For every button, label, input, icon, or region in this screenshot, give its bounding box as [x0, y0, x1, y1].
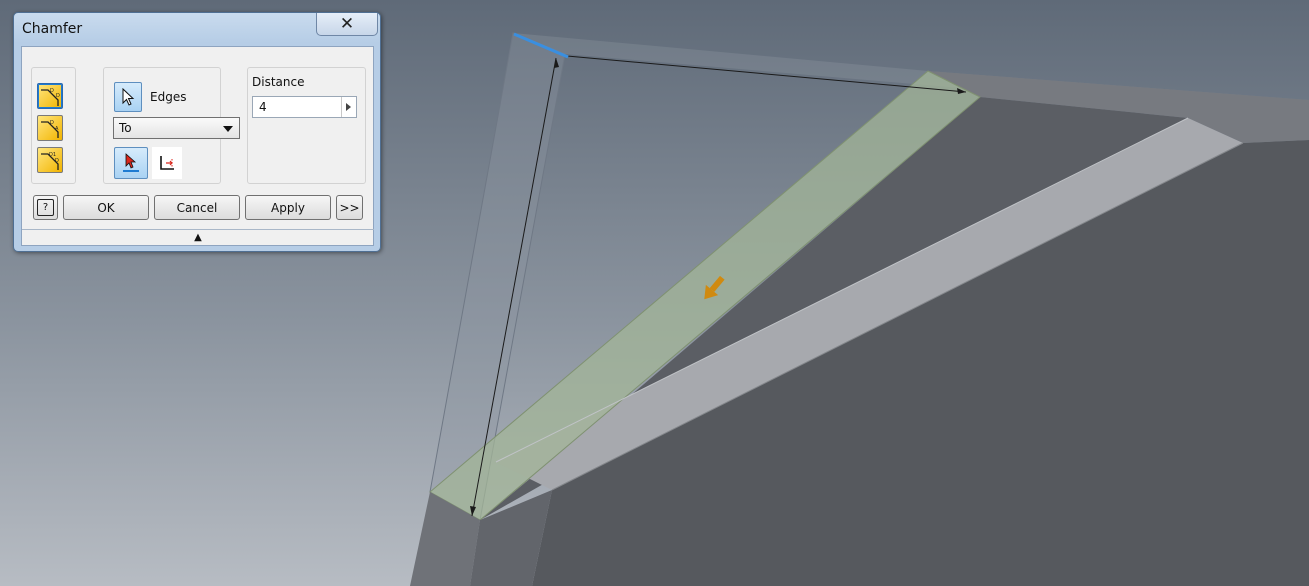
edges-label: Edges	[150, 90, 187, 104]
collapse-bar[interactable]: ▲	[22, 229, 374, 244]
svg-text:D: D	[55, 158, 59, 164]
help-button[interactable]: ?	[33, 195, 58, 220]
svg-text:D: D	[50, 88, 54, 94]
edge-chain-icon	[123, 153, 139, 172]
edges-select-button[interactable]	[114, 82, 142, 112]
distance-chamfer-button[interactable]: D D	[37, 83, 63, 109]
more-button[interactable]: >>	[336, 195, 363, 220]
svg-text:D: D	[50, 120, 54, 126]
distance-group: Distance 4	[247, 67, 366, 184]
close-icon: ✕	[339, 14, 355, 34]
cancel-button[interactable]: Cancel	[154, 195, 240, 220]
two-distance-chamfer-icon: D1 D	[41, 152, 59, 170]
collapse-up-icon: ▲	[194, 231, 202, 243]
two-distance-chamfer-button[interactable]: D1 D	[37, 147, 63, 173]
setback-button[interactable]	[152, 147, 182, 179]
edge-chain-button[interactable]	[114, 147, 148, 179]
select-cursor-icon	[122, 88, 135, 106]
ok-button[interactable]: OK	[63, 195, 149, 220]
chevron-down-icon	[223, 126, 233, 132]
distance-chamfer-icon: D D	[41, 88, 60, 106]
setback-select[interactable]: To	[113, 117, 240, 139]
help-icon: ?	[37, 199, 54, 216]
apply-button[interactable]: Apply	[245, 195, 331, 220]
close-button[interactable]: ✕	[316, 13, 378, 36]
edges-group: Edges To	[103, 67, 240, 184]
chamfer-dialog: Chamfer ✕ D D D A D1 D Edges To Distance…	[13, 12, 381, 252]
distance-input[interactable]: 4	[252, 96, 357, 118]
setback-icon	[160, 156, 174, 170]
distance-angle-chamfer-button[interactable]: D A	[37, 115, 63, 141]
svg-text:D: D	[56, 93, 60, 99]
distance-value: 4	[259, 100, 267, 114]
distance-flyout-arrow-icon[interactable]	[341, 97, 356, 117]
distance-angle-chamfer-icon: D A	[41, 120, 59, 138]
setback-select-value: To	[119, 121, 132, 135]
svg-text:A: A	[55, 126, 59, 132]
chamfer-mode-group: D D D A D1 D	[31, 67, 76, 184]
distance-label: Distance	[252, 75, 305, 89]
dialog-title: Chamfer	[22, 21, 83, 37]
